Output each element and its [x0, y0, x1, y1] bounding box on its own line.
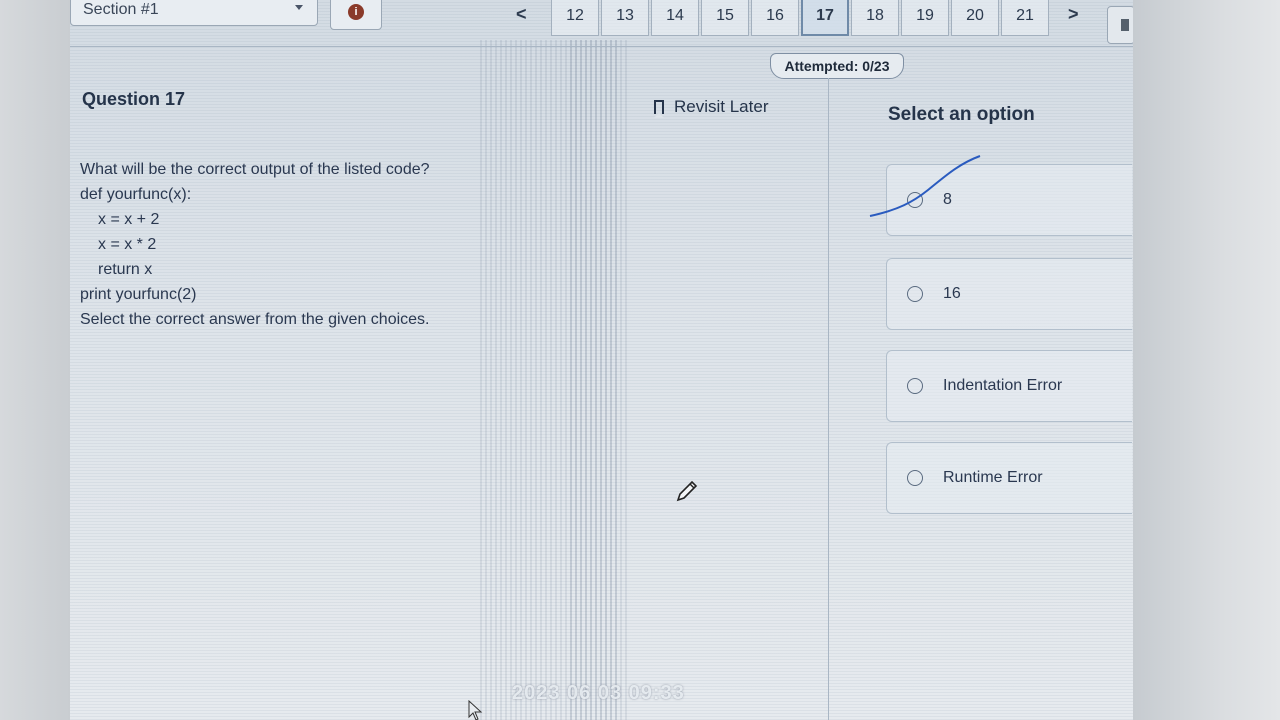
- question-number-button[interactable]: 16: [751, 0, 799, 36]
- question-text: What will be the correct output of the l…: [80, 157, 430, 332]
- info-button[interactable]: i: [330, 0, 382, 30]
- pencil-icon: [676, 480, 698, 502]
- question-number-button[interactable]: 19: [901, 0, 949, 36]
- bookmark-icon: [654, 100, 664, 118]
- photo-timestamp: 2023 06 03 09:33: [512, 682, 685, 704]
- info-icon: i: [348, 4, 364, 20]
- question-number-button[interactable]: 12: [551, 0, 599, 36]
- code-line: x = x + 2: [98, 211, 160, 228]
- attempted-counter: Attempted: 0/23: [770, 53, 904, 79]
- chevron-right-icon[interactable]: >: [1068, 4, 1079, 25]
- option-label: 16: [943, 285, 961, 302]
- revisit-later-label: Revisit Later: [674, 97, 769, 116]
- question-number-button[interactable]: 20: [951, 0, 999, 36]
- question-number-button-active[interactable]: 17: [801, 0, 849, 36]
- revisit-later-button[interactable]: Revisit Later: [654, 97, 769, 118]
- option-item[interactable]: 16: [886, 258, 1132, 330]
- screen-streak: [570, 40, 630, 720]
- grid-icon: [1121, 19, 1129, 31]
- section-dropdown-label: Section #1: [83, 1, 159, 18]
- question-number-button[interactable]: 13: [601, 0, 649, 36]
- option-label: Runtime Error: [943, 469, 1043, 486]
- option-item[interactable]: Indentation Error: [886, 350, 1132, 422]
- radio-button[interactable]: [907, 378, 923, 394]
- chevron-down-icon: [295, 5, 303, 10]
- question-title: Question 17: [82, 89, 186, 109]
- question-number-button[interactable]: 14: [651, 0, 699, 36]
- mouse-cursor-icon: [468, 700, 483, 720]
- palette-toggle-button[interactable]: [1107, 6, 1133, 44]
- chevron-left-icon[interactable]: <: [516, 4, 527, 25]
- option-item[interactable]: 8: [886, 164, 1132, 236]
- question-number-button[interactable]: 15: [701, 0, 749, 36]
- screen-streak: [480, 40, 620, 720]
- question-navigation-bar: Section #1 i < 12 13 14 15 16 17 18 19 2…: [70, 0, 1133, 47]
- radio-button[interactable]: [907, 192, 923, 208]
- code-line: x = x * 2: [98, 236, 157, 253]
- question-number-button[interactable]: 18: [851, 0, 899, 36]
- code-line: return x: [98, 261, 153, 278]
- section-dropdown[interactable]: Section #1: [70, 0, 318, 26]
- option-label: Indentation Error: [943, 377, 1063, 394]
- exam-screen: Section #1 i < 12 13 14 15 16 17 18 19 2…: [70, 0, 1133, 720]
- radio-button[interactable]: [907, 286, 923, 302]
- code-line: print yourfunc(2): [80, 286, 197, 303]
- radio-button[interactable]: [907, 470, 923, 486]
- panel-divider: [828, 78, 829, 720]
- code-line: def yourfunc(x):: [80, 186, 192, 203]
- question-number-button[interactable]: 21: [1001, 0, 1049, 36]
- options-title: Select an option: [888, 104, 1035, 125]
- question-number-list: 12 13 14 15 16 17 18 19 20 21: [551, 0, 1051, 36]
- option-item[interactable]: Runtime Error: [886, 442, 1132, 514]
- monitor-bezel-right: [1133, 0, 1280, 720]
- question-line: Select the correct answer from the given…: [80, 311, 430, 328]
- option-label: 8: [943, 191, 952, 208]
- question-line: What will be the correct output of the l…: [80, 161, 430, 178]
- monitor-bezel-left: [0, 0, 70, 720]
